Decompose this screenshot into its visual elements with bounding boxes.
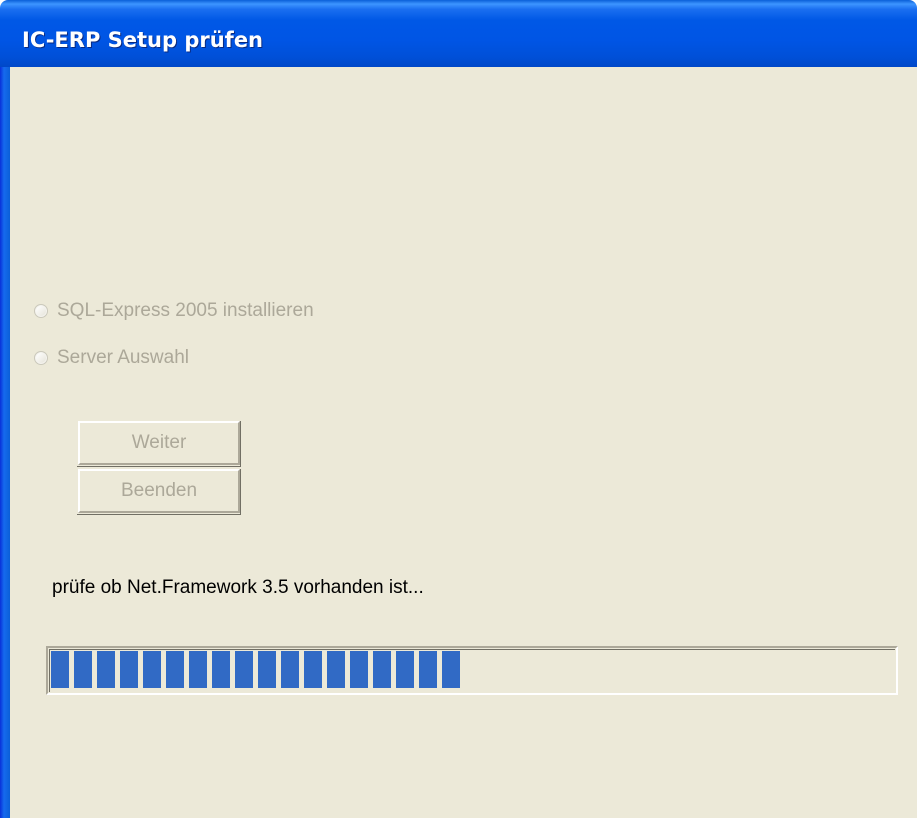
- progress-segment: [258, 651, 276, 688]
- progress-segment: [166, 651, 184, 688]
- progress-segment: [120, 651, 138, 688]
- progress-segment: [281, 651, 299, 688]
- radio-button-circle[interactable]: [34, 304, 48, 318]
- next-button[interactable]: Weiter: [78, 421, 240, 465]
- radio-option-label: Server Auswahl: [57, 347, 190, 368]
- progress-bar-fill: [51, 651, 460, 688]
- setup-window: IC-ERP Setup prüfen SQL-Express 2005 ins…: [0, 0, 917, 818]
- progress-segment: [442, 651, 460, 688]
- progress-segment: [74, 651, 92, 688]
- progress-segment: [373, 651, 391, 688]
- progress-segment: [396, 651, 414, 688]
- radio-button-circle[interactable]: [34, 351, 48, 365]
- radio-option-sql-express[interactable]: SQL-Express 2005 installieren: [34, 299, 314, 323]
- exit-button[interactable]: Beenden: [78, 469, 240, 513]
- progress-segment: [189, 651, 207, 688]
- status-message: prüfe ob Net.Framework 3.5 vorhanden ist…: [52, 577, 424, 598]
- progress-segment: [97, 651, 115, 688]
- progress-segment: [143, 651, 161, 688]
- radio-option-server-selection[interactable]: Server Auswahl: [34, 346, 189, 370]
- progress-bar: [46, 646, 898, 695]
- progress-segment: [235, 651, 253, 688]
- progress-segment: [419, 651, 437, 688]
- progress-segment: [304, 651, 322, 688]
- progress-segment: [51, 651, 69, 688]
- title-bar[interactable]: IC-ERP Setup prüfen: [0, 0, 917, 67]
- progress-segment: [327, 651, 345, 688]
- window-frame-left: [0, 67, 10, 818]
- dialog-client-area: SQL-Express 2005 installieren Server Aus…: [10, 67, 917, 818]
- progress-segment: [350, 651, 368, 688]
- window-title: IC-ERP Setup prüfen: [22, 28, 264, 52]
- progress-segment: [212, 651, 230, 688]
- radio-option-label: SQL-Express 2005 installieren: [57, 300, 314, 321]
